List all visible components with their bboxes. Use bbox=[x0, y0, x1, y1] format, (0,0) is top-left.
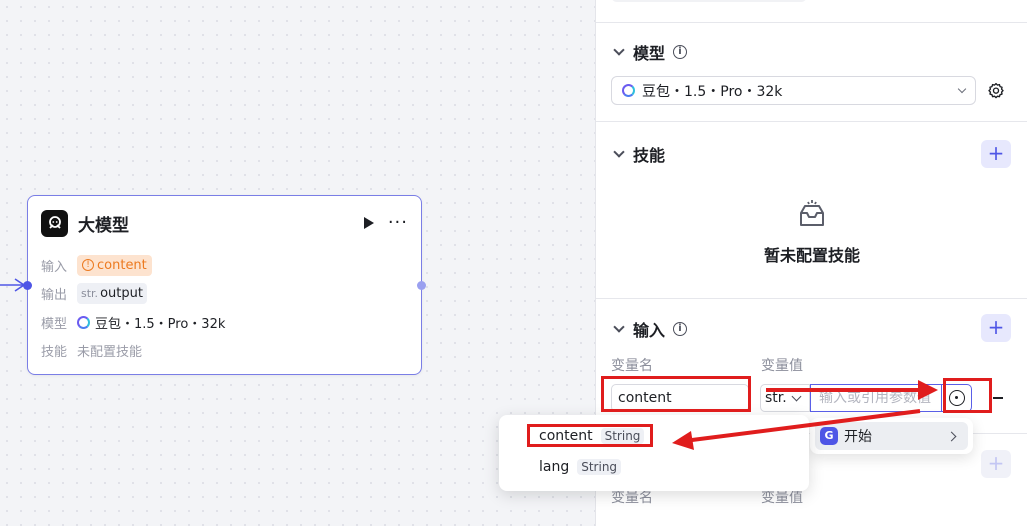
node-output-port[interactable] bbox=[417, 281, 426, 290]
model-select[interactable]: 豆包・1.5・Pro・32k bbox=[611, 76, 976, 105]
chevron-down-icon bbox=[791, 391, 802, 401]
output-variable-text: output bbox=[100, 285, 143, 301]
chevron-down-icon bbox=[613, 44, 625, 56]
highlight-box-content-item bbox=[527, 424, 653, 447]
more-options-icon[interactable]: ··· bbox=[388, 214, 408, 232]
start-node-label: 开始 bbox=[844, 429, 872, 445]
variable-item-name: lang bbox=[539, 459, 570, 475]
chevron-down-icon bbox=[613, 146, 625, 158]
node-skill-row: 技能 未配置技能 bbox=[41, 339, 142, 361]
input-section-header[interactable]: 输入 i bbox=[613, 318, 688, 340]
chevron-right-icon bbox=[946, 431, 957, 441]
warning-icon: ! bbox=[82, 259, 94, 271]
chevron-down-icon bbox=[613, 321, 625, 333]
highlight-box-variable-name bbox=[601, 376, 751, 412]
variable-type-select[interactable]: str. bbox=[760, 384, 810, 412]
skill-label: 技能 bbox=[41, 344, 68, 360]
model-label: 模型 bbox=[41, 316, 68, 332]
variable-value-input[interactable]: 输入或引用参数值 bbox=[810, 384, 942, 412]
highlight-box-reference-button bbox=[943, 378, 992, 413]
doubao-model-icon bbox=[77, 315, 90, 329]
gear-icon[interactable] bbox=[987, 82, 1005, 100]
node-input-row: 输入 ! content bbox=[41, 254, 152, 276]
model-section-title: 模型 bbox=[633, 44, 666, 63]
info-icon[interactable]: i bbox=[673, 322, 688, 336]
node-model-row: 模型 豆包・1.5・Pro・32k bbox=[41, 311, 225, 333]
variable-value-column-label: 变量值 bbox=[761, 358, 803, 374]
node-header: 大模型 ··· bbox=[41, 209, 408, 237]
start-node-icon: G bbox=[820, 427, 838, 445]
llm-node-card[interactable]: 大模型 ··· 输入 ! content 输出 str. output 模型 豆… bbox=[23, 195, 426, 375]
input-section-title: 输入 bbox=[633, 321, 666, 340]
input-variable-text: content bbox=[97, 257, 147, 273]
node-input-port[interactable] bbox=[23, 281, 32, 290]
variable-name-column-label: 变量名 bbox=[611, 358, 653, 374]
input-variable-chip[interactable]: ! content bbox=[77, 254, 152, 276]
menu-item-variable[interactable]: lang String bbox=[539, 456, 622, 478]
empty-tray-icon bbox=[800, 200, 824, 226]
model-section-header[interactable]: 模型 i bbox=[613, 41, 688, 63]
panel-top-tab[interactable] bbox=[611, 0, 807, 2]
info-icon[interactable]: i bbox=[673, 45, 688, 59]
selected-model-text: 豆包・1.5・Pro・32k bbox=[642, 83, 783, 100]
output-variable-chip[interactable]: str. output bbox=[77, 282, 147, 304]
menu-item-start-node[interactable]: G 开始 bbox=[815, 422, 968, 450]
node-model-text: 豆包・1.5・Pro・32k bbox=[95, 316, 226, 332]
divider bbox=[596, 298, 1027, 299]
llm-node-icon bbox=[41, 209, 68, 237]
divider bbox=[596, 121, 1027, 122]
divider bbox=[596, 22, 1027, 23]
skill-section-title: 技能 bbox=[633, 146, 666, 165]
skill-section-header[interactable]: 技能 bbox=[613, 143, 665, 165]
skill-empty-text: 暂未配置技能 bbox=[763, 246, 860, 265]
run-node-icon[interactable] bbox=[363, 217, 374, 229]
doubao-model-icon bbox=[622, 84, 635, 97]
output-type: str. bbox=[81, 286, 99, 300]
add-skill-button[interactable]: + bbox=[981, 140, 1011, 168]
add-input-button[interactable]: + bbox=[981, 314, 1011, 342]
node-output-row: 输出 str. output bbox=[41, 282, 147, 304]
variable-item-type: String bbox=[577, 459, 622, 475]
output-label: 输出 bbox=[41, 287, 68, 303]
remove-row-button[interactable] bbox=[993, 397, 1003, 399]
variable-type-text: str. bbox=[765, 390, 787, 406]
node-skill-text: 未配置技能 bbox=[77, 344, 143, 360]
add-output-button[interactable]: + bbox=[981, 450, 1011, 478]
skill-empty-state: 暂未配置技能 bbox=[596, 198, 1027, 266]
chevron-down-icon bbox=[957, 84, 967, 94]
reference-node-dropdown: G 开始 bbox=[810, 418, 973, 454]
input-label: 输入 bbox=[41, 259, 68, 275]
node-title: 大模型 bbox=[78, 215, 129, 236]
